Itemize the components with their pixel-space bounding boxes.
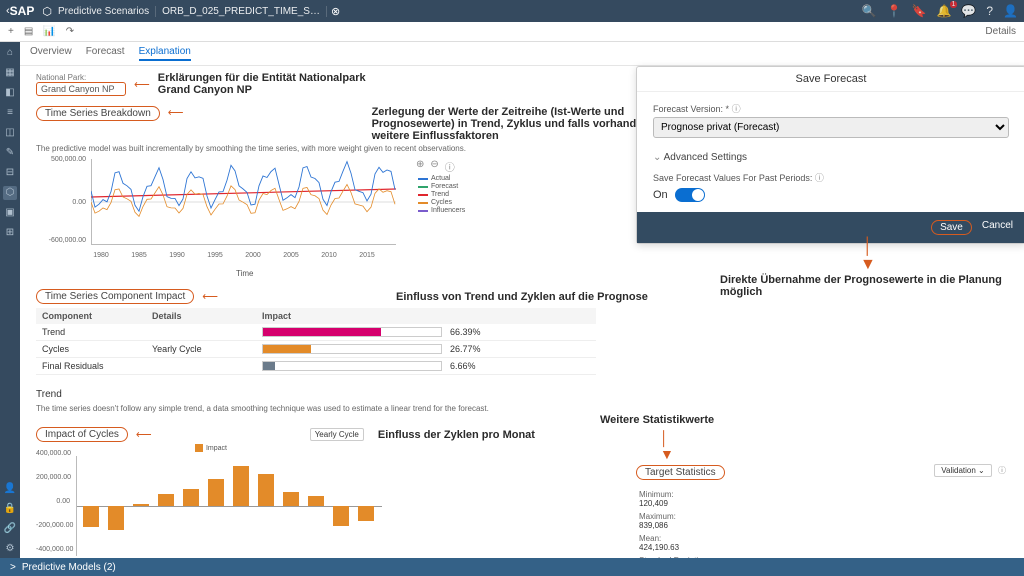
ann-entity-1: Erklärungen für die Entität Nationalpark xyxy=(158,72,366,84)
chart-legend: Actual Forecast Trend Cycles Influencers xyxy=(418,175,465,215)
side-gear-icon[interactable]: ⚙ xyxy=(3,542,17,556)
footer-bar[interactable]: > Predictive Models (2) xyxy=(0,558,1024,576)
breadcrumb-scenarios[interactable]: Predictive Scenarios xyxy=(52,6,156,17)
tab-explanation[interactable]: Explanation xyxy=(139,46,191,61)
timeseries-svg xyxy=(91,159,396,245)
ann-bd1: Zerlegung der Werte der Zeitreihe (Ist-W… xyxy=(372,106,650,118)
ci-heading: Time Series Component Impact xyxy=(36,289,194,304)
marker-icon[interactable]: 📍 xyxy=(887,4,902,18)
info-icon[interactable]: ⓘ xyxy=(445,159,455,174)
side-doc-icon[interactable]: ▦ xyxy=(3,66,17,80)
target-stats-heading: Target Statistics xyxy=(636,465,725,480)
zoom-in-icon[interactable]: ⊕ xyxy=(416,159,424,174)
content: Overview Forecast Explanation National P… xyxy=(20,42,1024,558)
np-label: National Park: xyxy=(36,73,126,82)
link-icon[interactable]: ↷ xyxy=(66,26,74,37)
on-label: On xyxy=(653,189,668,201)
version-select[interactable]: Prognose privat (Forecast) xyxy=(653,117,1009,138)
info-icon[interactable]: ⓘ xyxy=(732,104,741,114)
cycles-chart: 400,000.00 200,000.00 0.00 -200,000.00 -… xyxy=(36,452,386,558)
ann-entity-2: Grand Canyon NP xyxy=(158,84,366,96)
validation-select[interactable]: Validation ⌄ xyxy=(934,464,991,477)
table-row: CyclesYearly Cycle26.77% xyxy=(36,341,596,358)
arrow-icon: ⟵ xyxy=(136,428,152,441)
close-icon[interactable]: ⊗ xyxy=(331,5,340,18)
chart-icon[interactable]: 📊 xyxy=(43,26,55,37)
cycles-heading: Impact of Cycles xyxy=(36,427,128,442)
timeseries-chart: 500,000.00 0.00 -600,000.00 1980 1985 19… xyxy=(36,159,396,259)
side-predict-icon[interactable]: ⬡ xyxy=(3,186,17,200)
filter-icon[interactable]: ▤ xyxy=(24,26,33,37)
side-grid-icon[interactable]: ⊞ xyxy=(3,226,17,240)
side-user-icon[interactable]: 👤 xyxy=(3,482,17,496)
side-lock-icon[interactable]: 🔒 xyxy=(3,502,17,516)
help-icon[interactable]: ? xyxy=(986,4,993,18)
past-toggle[interactable] xyxy=(675,188,705,202)
side-db-icon[interactable]: ⊟ xyxy=(3,166,17,180)
side-chart-icon[interactable]: ◫ xyxy=(3,126,17,140)
modal-title: Save Forecast xyxy=(637,67,1024,92)
ann-bd2: Prognosewerte) in Trend, Zyklus und fall… xyxy=(372,118,650,130)
side-flow-icon[interactable]: ✎ xyxy=(3,146,17,160)
version-label: Forecast Version: * xyxy=(653,104,729,114)
user-icon[interactable]: 👤 xyxy=(1003,4,1018,18)
bell-icon[interactable]: 🔔1 xyxy=(936,4,951,18)
toolbar: + ▤ 📊 ↷ Details xyxy=(0,22,1024,42)
arrow-icon: │▼ xyxy=(860,238,876,274)
top-bar: ‹ SAP ⬡ Predictive Scenarios ORB_D_025_P… xyxy=(0,0,1024,22)
component-impact-table: ComponentDetailsImpact Trend66.39%Cycles… xyxy=(36,308,596,375)
arrow-icon: ⟵ xyxy=(134,78,150,91)
chevron-down-icon[interactable]: ⌄ xyxy=(653,152,661,163)
arrow-icon: ⟵ xyxy=(168,106,184,119)
trend-heading: Trend xyxy=(36,389,1014,400)
arrow-icon: ⟵ xyxy=(202,290,218,303)
breadcrumb-model[interactable]: ORB_D_025_PREDICT_TIME_S… xyxy=(156,6,327,17)
info-icon[interactable]: ⓘ xyxy=(998,466,1006,475)
target-statistics: Minimum:120,409 Maximum:839,086 Mean:424… xyxy=(639,486,709,558)
cycle-selector[interactable]: Yearly Cycle xyxy=(310,428,364,441)
side-cal-icon[interactable]: ▣ xyxy=(3,206,17,220)
trend-desc: The time series doesn't follow any simpl… xyxy=(36,404,556,413)
side-layer-icon[interactable]: ≡ xyxy=(3,106,17,120)
bookmark-icon[interactable]: 🔖 xyxy=(912,4,927,18)
info-icon[interactable]: ⓘ xyxy=(815,173,824,183)
zoom-out-icon[interactable]: ⊖ xyxy=(430,159,438,174)
side-cube-icon[interactable]: ◧ xyxy=(3,86,17,100)
sap-logo: SAP xyxy=(10,4,35,18)
advanced-heading: Advanced Settings xyxy=(664,152,747,163)
ann-bd3: weitere Einflussfaktoren xyxy=(372,130,650,142)
chat-icon[interactable]: 💬 xyxy=(961,4,976,18)
side-home-icon[interactable]: ⌂ xyxy=(3,46,17,60)
search-icon[interactable]: 🔍 xyxy=(862,4,877,18)
chart-controls: ⊕ ⊖ ⓘ xyxy=(416,159,455,174)
cancel-button[interactable]: Cancel xyxy=(982,220,1013,235)
past-label: Save Forecast Values For Past Periods: xyxy=(653,173,812,183)
np-field[interactable]: Grand Canyon NP xyxy=(36,82,126,96)
save-button[interactable]: Save xyxy=(931,220,972,235)
tabs: Overview Forecast Explanation xyxy=(20,42,1024,66)
side-link2-icon[interactable]: 🔗 xyxy=(3,522,17,536)
table-row: Trend66.39% xyxy=(36,324,596,341)
table-row: Final Residuals6.66% xyxy=(36,358,596,375)
save-forecast-dialog: Save Forecast Forecast Version: * ⓘ Prog… xyxy=(636,66,1024,244)
arrow-icon: │▼ xyxy=(660,430,674,462)
ann-cycles-desc: Einfluss der Zyklen pro Monat xyxy=(378,429,535,441)
breakdown-heading: Time Series Breakdown xyxy=(36,106,160,121)
ann-ci-desc: Einfluss von Trend und Zyklen auf die Pr… xyxy=(396,291,648,303)
ann-more-stats: Weitere Statistikwerte xyxy=(600,414,714,426)
cycles-legend: Impact xyxy=(206,445,227,452)
details-link[interactable]: Details xyxy=(985,26,1016,37)
tab-forecast[interactable]: Forecast xyxy=(86,46,125,61)
tab-overview[interactable]: Overview xyxy=(30,46,72,61)
scenario-icon: ⬡ xyxy=(42,5,52,18)
xlabel: Time xyxy=(236,269,253,278)
sidebar: ⌂ ▦ ◧ ≡ ◫ ✎ ⊟ ⬡ ▣ ⊞ 👤 🔒 🔗 ⚙ ⋯ xyxy=(0,42,20,576)
add-icon[interactable]: + xyxy=(8,26,14,37)
ann-save-direct: Direkte Übernahme der Prognosewerte in d… xyxy=(720,274,1024,298)
